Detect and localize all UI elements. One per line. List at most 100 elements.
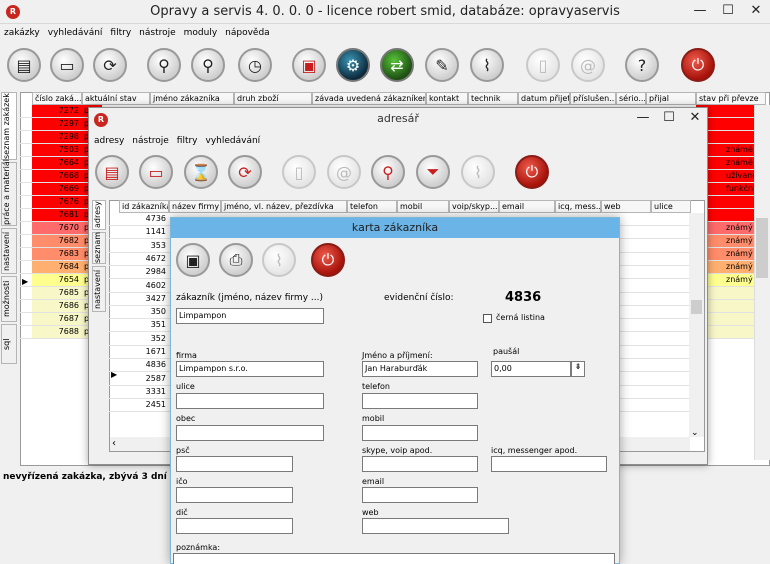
scroll-down-icon[interactable]: ⌄ bbox=[691, 428, 699, 438]
menu-vyhledavani[interactable]: vyhledávání bbox=[48, 28, 103, 38]
exit-button[interactable]: ⏻ bbox=[681, 48, 715, 82]
orders-vertical-scrollbar[interactable] bbox=[754, 105, 770, 460]
adresar-filter-button[interactable]: ⏷ bbox=[416, 155, 450, 189]
database-refresh-button[interactable]: ⟳ bbox=[93, 48, 127, 82]
adresar-menu-filtry[interactable]: filtry bbox=[177, 136, 198, 146]
customer-field[interactable]: Limpampon bbox=[176, 308, 324, 324]
adresar-column-header[interactable]: mobil bbox=[397, 200, 449, 213]
maximize-icon[interactable]: ☐ bbox=[714, 1, 742, 23]
sms-button[interactable]: ▯ bbox=[526, 48, 560, 82]
menu-moduly[interactable]: moduly bbox=[184, 28, 218, 38]
menu-nastroje[interactable]: nástroje bbox=[139, 28, 175, 38]
orders-column-header[interactable]: technik bbox=[468, 92, 518, 105]
modules-button[interactable]: ▣ bbox=[292, 48, 326, 82]
blacklist-checkbox[interactable] bbox=[483, 314, 492, 323]
adresar-scroll-thumb[interactable] bbox=[691, 300, 702, 314]
telefon-field[interactable] bbox=[362, 393, 478, 409]
tab-nastaveni[interactable]: nastavení bbox=[1, 228, 17, 274]
karta-exit-button[interactable]: ⏻ bbox=[311, 243, 345, 277]
web-field[interactable] bbox=[362, 518, 509, 534]
print-button[interactable]: ⎙ bbox=[219, 243, 253, 277]
mobil-field[interactable] bbox=[362, 425, 478, 441]
attachment-button[interactable]: ⌇ bbox=[470, 48, 504, 82]
obec-field[interactable] bbox=[176, 425, 324, 441]
save-button[interactable]: ▣ bbox=[176, 243, 210, 277]
adresar-maximize-icon[interactable]: ☐ bbox=[656, 108, 682, 130]
calculator-icon[interactable]: ⇟ bbox=[571, 361, 585, 377]
orders-column-header[interactable]: jméno zákazníka bbox=[150, 92, 234, 105]
ulice-field[interactable] bbox=[176, 393, 324, 409]
orders-column-header[interactable]: datum přijetí bbox=[518, 92, 570, 105]
minimize-icon[interactable]: — bbox=[686, 1, 714, 23]
note-button[interactable]: ✎ bbox=[425, 48, 459, 82]
close-icon[interactable]: ✕ bbox=[742, 1, 770, 23]
adresar-column-header[interactable]: web bbox=[601, 200, 651, 213]
adresar-column-header[interactable]: název firmy bbox=[169, 200, 221, 213]
tab-prace-a-material[interactable]: práce a materiál bbox=[1, 159, 17, 226]
adresar-tab-nastaveni[interactable]: nastavení bbox=[92, 266, 106, 312]
icq-field[interactable] bbox=[491, 456, 607, 472]
adresar-tab-seznam[interactable]: seznam bbox=[92, 232, 106, 264]
adresar-exit-button[interactable]: ⏻ bbox=[515, 155, 549, 189]
adresar-column-header[interactable]: telefon bbox=[347, 200, 397, 213]
adresar-column-header[interactable]: voip/skyp... bbox=[449, 200, 499, 213]
menu-napoveda[interactable]: nápověda bbox=[225, 28, 270, 38]
adresar-database-button[interactable]: ⟳ bbox=[228, 155, 262, 189]
tab-sql[interactable]: sql bbox=[1, 324, 17, 364]
jmeno-label: Jméno a příjmení: bbox=[362, 351, 433, 360]
settings-button[interactable]: ⚙ bbox=[336, 48, 370, 82]
karta-attachment-button[interactable]: ⌇ bbox=[262, 243, 296, 277]
adresar-column-header[interactable]: id zákazníka bbox=[119, 200, 169, 213]
adresar-column-header[interactable]: jméno, vl. název, přezdívka bbox=[221, 200, 347, 213]
history-button[interactable]: ◷ bbox=[238, 48, 272, 82]
adresar-column-header[interactable]: email bbox=[499, 200, 555, 213]
adresar-minimize-icon[interactable]: — bbox=[630, 108, 656, 130]
adresar-folder-button[interactable]: ▭ bbox=[139, 155, 173, 189]
ico-field[interactable] bbox=[176, 487, 293, 503]
adresar-menu-adresy[interactable]: adresy bbox=[94, 136, 124, 146]
pausal-field[interactable]: 0,00 bbox=[491, 361, 571, 377]
orders-column-header[interactable]: příslušen... bbox=[570, 92, 616, 105]
orders-column-header[interactable]: kontakt bbox=[426, 92, 468, 105]
jmeno-field[interactable]: Jan Haraburďák bbox=[362, 361, 478, 377]
orders-scroll-thumb[interactable] bbox=[756, 218, 768, 278]
adresar-menu-vyhledavani[interactable]: vyhledávání bbox=[206, 136, 261, 146]
email-field[interactable] bbox=[362, 487, 478, 503]
orders-column-header[interactable]: druh zboží bbox=[234, 92, 312, 105]
adresar-column-header[interactable]: icq, mess... bbox=[555, 200, 601, 213]
adresar-menu-nastroje[interactable]: nástroje bbox=[132, 136, 168, 146]
advanced-search-button[interactable]: ⚲ bbox=[191, 48, 225, 82]
scroll-left-icon[interactable]: ‹ bbox=[112, 438, 116, 449]
firma-field[interactable]: Limpampon s.r.o. bbox=[176, 361, 324, 377]
search-button[interactable]: ⚲ bbox=[147, 48, 181, 82]
adresar-vertical-scrollbar[interactable] bbox=[689, 213, 704, 437]
adresar-column-header[interactable]: ulice bbox=[651, 200, 691, 213]
orders-list-button[interactable]: ▤ bbox=[7, 48, 41, 82]
orders-column-header[interactable]: závada uvedená zákazníkem bbox=[312, 92, 426, 105]
adresar-tab-adresy[interactable]: adresy bbox=[92, 200, 106, 230]
adresar-email-button[interactable]: @ bbox=[327, 155, 361, 189]
tab-seznam-zakazek[interactable]: seznam zakázek bbox=[1, 92, 17, 160]
menu-zakazky[interactable]: zakázky bbox=[4, 28, 40, 38]
adresar-sms-button[interactable]: ▯ bbox=[282, 155, 316, 189]
open-folder-button[interactable]: ▭ bbox=[50, 48, 84, 82]
dic-field[interactable] bbox=[176, 518, 293, 534]
orders-column-header[interactable]: sério... bbox=[616, 92, 646, 105]
psc-field[interactable] bbox=[176, 456, 293, 472]
orders-column-header[interactable]: přijal bbox=[646, 92, 696, 105]
help-button[interactable]: ? bbox=[625, 48, 659, 82]
email-button[interactable]: @ bbox=[571, 48, 605, 82]
orders-column-header[interactable]: stav při převze bbox=[696, 92, 766, 105]
orders-column-header[interactable]: číslo zaká... bbox=[32, 92, 82, 105]
poznamka-field[interactable] bbox=[173, 553, 615, 564]
skype-field[interactable] bbox=[362, 456, 478, 472]
orders-column-header[interactable]: aktuální stav bbox=[82, 92, 150, 105]
adresar-print-button[interactable]: ⌛ bbox=[184, 155, 218, 189]
adresar-list-button[interactable]: ▤ bbox=[95, 155, 129, 189]
tab-moznosti[interactable]: možnosti bbox=[1, 276, 17, 322]
adresar-close-icon[interactable]: ✕ bbox=[682, 108, 708, 130]
export-button[interactable]: ⇄ bbox=[380, 48, 414, 82]
adresar-attachment-button[interactable]: ⌇ bbox=[461, 155, 495, 189]
menu-filtry[interactable]: filtry bbox=[110, 28, 131, 38]
adresar-search-button[interactable]: ⚲ bbox=[371, 155, 405, 189]
